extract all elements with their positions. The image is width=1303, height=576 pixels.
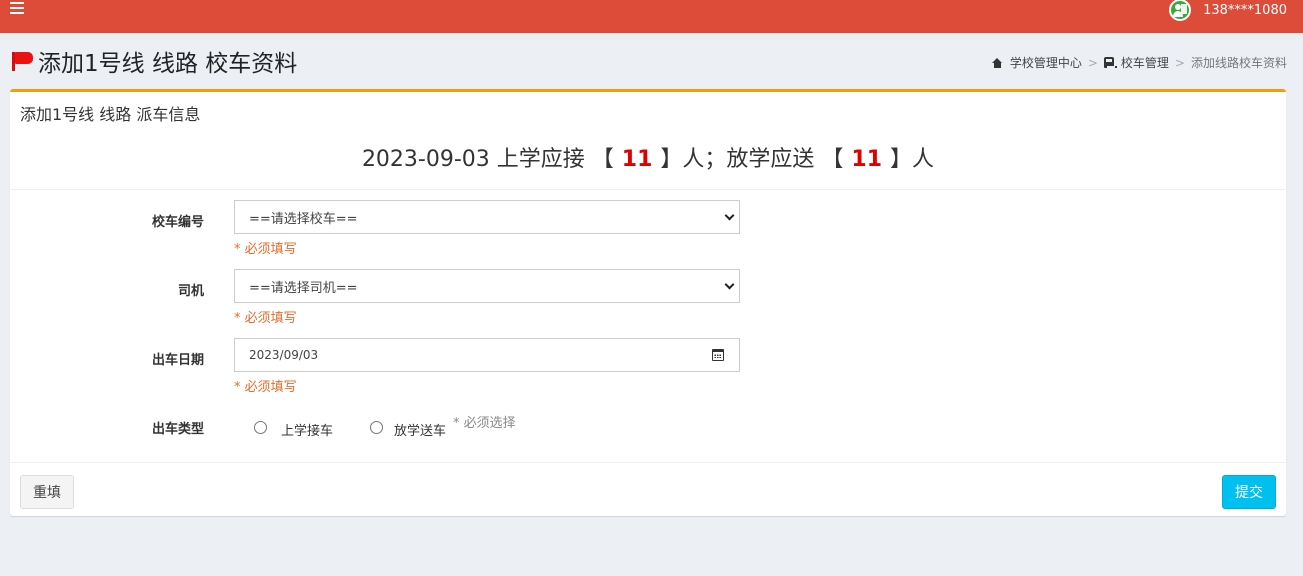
dispatch-summary: 2023-09-03 上学应接 【 11 】人；放学应送 【 11 】人 — [10, 141, 1286, 173]
radio-dropoff[interactable] — [370, 421, 383, 434]
divider — [10, 189, 1286, 190]
trip-type-hint: * 必须选择 — [453, 416, 516, 431]
departure-date-hint: * 必须填写 — [234, 380, 297, 395]
dropoff-count: 11 — [851, 147, 883, 172]
driver-select[interactable]: ==请选择司机== — [234, 269, 740, 303]
menu-toggle-icon[interactable] — [10, 2, 24, 14]
reset-button[interactable]: 重填 — [20, 475, 74, 509]
summary-date: 2023-09-03 — [361, 147, 490, 172]
summary-pickup-suffix: 】人；放学应送 【 — [660, 147, 844, 172]
radio-pickup[interactable] — [254, 421, 267, 434]
radio-dropoff-label[interactable]: 放学送车 — [394, 420, 446, 439]
breadcrumb-item-school-center[interactable]: 学校管理中心 — [1010, 54, 1082, 71]
pickup-count: 11 — [621, 147, 653, 172]
breadcrumb-separator: > — [1087, 55, 1098, 70]
trip-type-label: 出车类型 — [151, 422, 204, 437]
page-header: 添加1号线 线路 校车资料 — [10, 44, 297, 78]
departure-date-value: 2023/09/03 — [249, 348, 319, 362]
bus-number-select[interactable]: ==请选择校车== — [234, 200, 740, 234]
breadcrumb: 学校管理中心 > 校车管理 > 添加线路校车资料 — [991, 54, 1287, 71]
departure-date-input[interactable]: 2023/09/03 — [234, 338, 740, 372]
bus-number-select-value: ==请选择校车== — [249, 211, 358, 227]
top-navbar: 138****1080 — [0, 0, 1303, 33]
dispatch-form-panel: 添加1号线 线路 派车信息 2023-09-03 上学应接 【 11 】人；放学应送… — [10, 89, 1286, 516]
breadcrumb-separator: > — [1174, 55, 1185, 70]
divider — [10, 462, 1286, 463]
bus-number-hint: * 必须填写 — [234, 242, 297, 257]
chevron-down-icon — [724, 279, 735, 290]
home-icon — [991, 57, 1003, 68]
user-menu[interactable]: 138****1080 — [1169, 0, 1287, 21]
chevron-down-icon — [724, 210, 735, 221]
breadcrumb-item-bus-management[interactable]: 校车管理 — [1121, 54, 1169, 71]
summary-dropoff-suffix: 】人 — [890, 147, 935, 172]
bus-number-label: 校车编号 — [151, 215, 204, 230]
submit-button[interactable]: 提交 — [1222, 475, 1276, 509]
departure-date-label: 出车日期 — [151, 353, 204, 368]
page-title: 添加1号线 线路 校车资料 — [38, 51, 298, 77]
panel-title: 添加1号线 线路 派车信息 — [20, 105, 201, 124]
driver-label: 司机 — [177, 284, 204, 299]
avatar — [1169, 0, 1192, 21]
driver-hint: * 必须填写 — [234, 311, 297, 326]
driver-select-value: ==请选择司机== — [249, 280, 358, 296]
breadcrumb-item-current: 添加线路校车资料 — [1190, 56, 1287, 70]
user-phone: 138****1080 — [1203, 2, 1287, 18]
radio-pickup-label[interactable]: 上学接车 — [281, 420, 333, 439]
calendar-icon[interactable] — [712, 349, 724, 361]
summary-pickup-prefix: 上学应接 【 — [496, 147, 614, 172]
bus-icon — [1103, 57, 1117, 68]
flag-icon — [10, 50, 34, 72]
